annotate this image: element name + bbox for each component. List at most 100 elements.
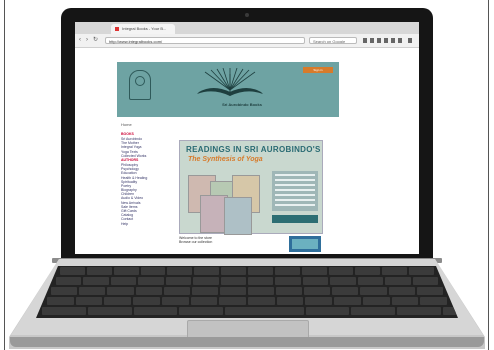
keyboard-key bbox=[305, 307, 350, 315]
intro-text: Welcome to the store Browse our collecti… bbox=[179, 236, 269, 244]
url-text: http://www.integralbooks.com/ bbox=[109, 39, 163, 44]
bookmark-icon[interactable] bbox=[363, 38, 367, 43]
laptop-screen: Integral Books - Your B... ‹ › ↻ http://… bbox=[75, 22, 419, 254]
search-placeholder: Search on Google bbox=[313, 39, 346, 44]
extension-icon[interactable] bbox=[398, 38, 402, 43]
keyboard-key bbox=[357, 277, 384, 285]
keyboard bbox=[36, 266, 458, 318]
promo-footer-strip bbox=[272, 215, 318, 223]
keyboard-key bbox=[248, 267, 273, 275]
chat-icon[interactable] bbox=[391, 38, 395, 43]
keyboard-key bbox=[360, 287, 387, 295]
keyboard-key bbox=[138, 277, 164, 285]
keyboard-key bbox=[83, 277, 109, 285]
category-sidebar: BOOKS Sri Aurobindo The Mother Integral … bbox=[121, 132, 167, 254]
keyboard-key bbox=[179, 307, 224, 315]
keyboard-key bbox=[51, 287, 78, 295]
search-input[interactable]: Search on Google bbox=[309, 37, 357, 44]
keyboard-key bbox=[219, 287, 246, 295]
keyboard-key bbox=[276, 287, 303, 295]
keyboard-key bbox=[219, 297, 246, 305]
webcam bbox=[245, 13, 249, 17]
keyboard-key bbox=[135, 287, 162, 295]
keyboard-key bbox=[420, 297, 448, 305]
keyboard-key bbox=[133, 307, 178, 315]
download-icon[interactable] bbox=[370, 38, 374, 43]
keyboard-key bbox=[60, 267, 85, 275]
keyboard-key bbox=[220, 277, 246, 285]
book-cover-image bbox=[224, 197, 252, 235]
keyboard-key bbox=[167, 267, 193, 275]
home-icon[interactable] bbox=[377, 38, 381, 43]
keyboard-key bbox=[104, 297, 132, 305]
tab-title: Integral Books - Your B... bbox=[122, 26, 167, 31]
keyboard-key bbox=[391, 297, 419, 305]
frame-left-border bbox=[4, 0, 5, 350]
main-content: READINGS IN SRI AUROBINDO'S The Synthesi… bbox=[175, 132, 325, 252]
keyboard-key bbox=[225, 307, 304, 315]
keyboard-key bbox=[163, 287, 190, 295]
web-page: Sri Aurobindo Books Sign in Home BOOKS S… bbox=[117, 48, 339, 254]
keyboard-key bbox=[388, 287, 415, 295]
keyboard-key bbox=[110, 277, 137, 285]
keyboard-key bbox=[332, 287, 359, 295]
keyboard-key bbox=[362, 297, 390, 305]
forward-arrow-icon[interactable]: › bbox=[86, 37, 91, 43]
keyboard-key bbox=[190, 297, 218, 305]
keyboard-key bbox=[302, 277, 329, 285]
keyboard-key bbox=[328, 267, 354, 275]
keyboard-key bbox=[165, 277, 192, 285]
url-bar[interactable]: http://www.integralbooks.com/ bbox=[105, 37, 305, 44]
logo-emblem bbox=[135, 76, 145, 86]
intro-line: Browse our collection bbox=[179, 240, 213, 244]
keyboard-key bbox=[248, 297, 275, 305]
frame-right-border bbox=[488, 0, 489, 350]
laptop-photo: Integral Books - Your B... ‹ › ↻ http://… bbox=[0, 0, 494, 350]
keyboard-key bbox=[46, 297, 74, 305]
promo-description bbox=[272, 171, 318, 211]
back-arrow-icon[interactable]: ‹ bbox=[79, 37, 84, 43]
keyboard-key bbox=[42, 307, 87, 315]
site-logo[interactable] bbox=[129, 70, 151, 100]
keyboard-key bbox=[334, 297, 361, 305]
keyboard-key bbox=[55, 277, 82, 285]
promo-banner[interactable]: READINGS IN SRI AUROBINDO'S The Synthesi… bbox=[179, 140, 323, 235]
open-book-illustration bbox=[197, 68, 263, 96]
keyboard-key bbox=[107, 287, 134, 295]
menu-icon[interactable] bbox=[408, 38, 412, 43]
keyboard-key bbox=[194, 267, 220, 275]
reload-icon[interactable]: ↻ bbox=[93, 37, 98, 43]
keyboard-key bbox=[304, 287, 331, 295]
keyboard-key bbox=[385, 277, 411, 285]
keyboard-key bbox=[193, 277, 219, 285]
keyboard-key bbox=[305, 297, 333, 305]
keyboard-key bbox=[191, 287, 218, 295]
browser-tab-strip: Integral Books - Your B... bbox=[75, 22, 419, 34]
keyboard-key bbox=[161, 297, 189, 305]
sidebar-item[interactable]: Help bbox=[121, 222, 167, 226]
ad-image bbox=[292, 239, 318, 249]
keyboard-key bbox=[351, 307, 396, 315]
ad-thumbnail[interactable] bbox=[289, 236, 321, 252]
keyboard-key bbox=[301, 267, 327, 275]
keyboard-key bbox=[416, 287, 443, 295]
keyboard-key bbox=[75, 297, 103, 305]
keyboard-key bbox=[276, 297, 304, 305]
promo-subtitle: The Synthesis of Yoga bbox=[188, 156, 263, 163]
keyboard-key bbox=[382, 267, 408, 275]
browser-toolbar: ‹ › ↻ http://www.integralbooks.com/ Sear… bbox=[75, 34, 419, 48]
promo-title: READINGS IN SRI AUROBINDO'S bbox=[186, 145, 321, 154]
keyboard-key bbox=[79, 287, 106, 295]
keyboard-key bbox=[412, 277, 439, 285]
breadcrumb[interactable]: Home bbox=[121, 122, 132, 127]
share-icon[interactable] bbox=[384, 38, 388, 43]
keyboard-key bbox=[397, 307, 441, 315]
keyboard-key bbox=[248, 277, 274, 285]
keyboard-key bbox=[133, 297, 160, 305]
keyboard-key bbox=[355, 267, 381, 275]
sign-in-button[interactable]: Sign in bbox=[303, 67, 333, 73]
favicon-icon bbox=[115, 26, 119, 31]
browser-tab[interactable]: Integral Books - Your B... bbox=[111, 24, 175, 34]
site-banner: Sri Aurobindo Books Sign in bbox=[117, 62, 339, 117]
keyboard-key bbox=[275, 277, 301, 285]
